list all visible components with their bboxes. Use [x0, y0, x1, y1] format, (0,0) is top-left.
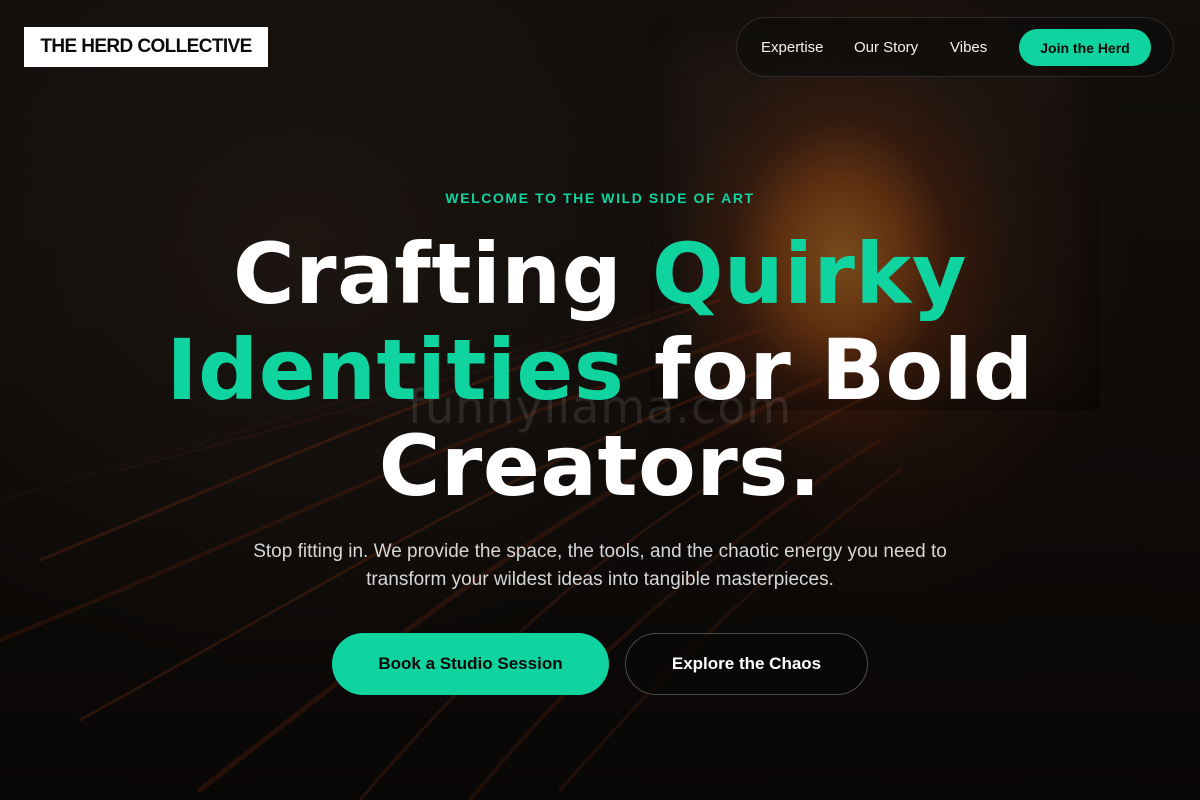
headline-part-2: for Bold: [624, 321, 1034, 419]
nav-link-expertise[interactable]: Expertise: [761, 39, 824, 56]
main-navigation: Expertise Our Story Vibes Join the Herd: [736, 17, 1174, 77]
headline-accent-1: Quirky: [651, 225, 967, 323]
hero-headline: Crafting Quirky Identities for Bold Crea…: [0, 226, 1200, 514]
headline-part-3: Creators.: [378, 417, 822, 515]
headline-accent-2: Identities: [166, 321, 625, 419]
hero-eyebrow: WELCOME TO THE WILD SIDE OF ART: [445, 190, 755, 206]
brand-logo[interactable]: THE HERD COLLECTIVE: [24, 27, 268, 67]
hero-subtitle: Stop fitting in. We provide the space, t…: [253, 541, 947, 590]
headline-part-1: Crafting: [233, 225, 652, 323]
explore-the-chaos-button[interactable]: Explore the Chaos: [625, 633, 868, 695]
nav-link-vibes[interactable]: Vibes: [950, 39, 987, 56]
brand-logo-text: THE HERD COLLECTIVE: [40, 36, 252, 57]
nav-link-our-story[interactable]: Our Story: [854, 39, 918, 56]
book-studio-session-button[interactable]: Book a Studio Session: [332, 633, 609, 695]
join-the-herd-button[interactable]: Join the Herd: [1019, 29, 1151, 66]
